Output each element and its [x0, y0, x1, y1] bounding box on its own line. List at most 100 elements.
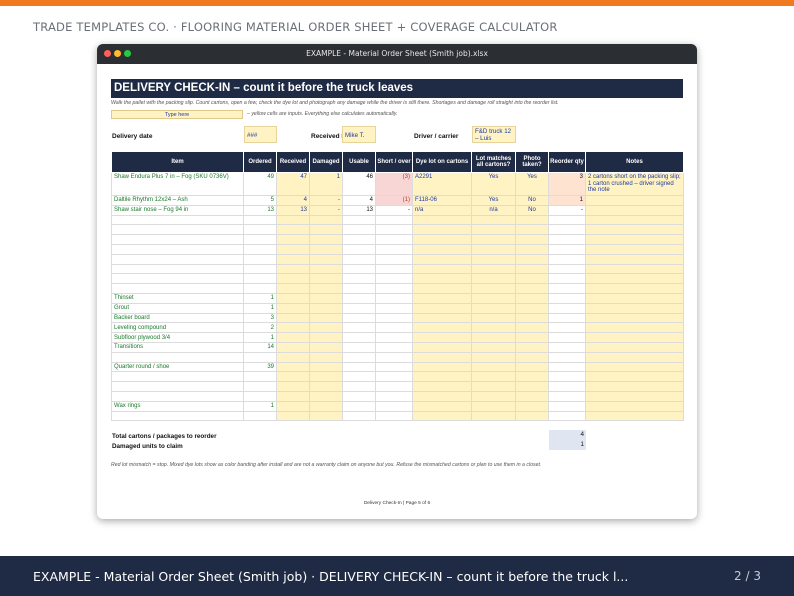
cell-photo[interactable] [515, 322, 549, 334]
cell-notes[interactable] [585, 302, 684, 314]
cell-lot-matches[interactable] [471, 283, 516, 294]
cell-notes[interactable] [585, 234, 684, 245]
cell-photo[interactable] [515, 361, 549, 373]
cell-notes[interactable] [585, 400, 684, 412]
cell-dye-lot[interactable] [412, 243, 472, 255]
cell-lot-matches[interactable] [471, 381, 516, 392]
cell-received[interactable] [276, 243, 310, 255]
cell-damaged[interactable] [309, 410, 343, 422]
cell-dye-lot[interactable] [412, 400, 472, 412]
cell-notes[interactable] [585, 204, 684, 216]
cell-received[interactable] [276, 341, 310, 353]
cell-damaged[interactable] [309, 400, 343, 412]
cell-photo[interactable]: Yes [515, 172, 549, 196]
cell-photo[interactable] [515, 371, 549, 383]
cell-notes[interactable] [585, 341, 684, 353]
cell-photo[interactable] [515, 390, 549, 402]
cell-lot-matches[interactable] [471, 351, 516, 363]
cell-received[interactable] [276, 263, 310, 275]
cell-lot-matches[interactable] [471, 332, 516, 343]
cell-photo[interactable] [515, 243, 549, 255]
cell-received[interactable] [276, 253, 310, 265]
cell-dye-lot[interactable] [412, 410, 472, 422]
cell-damaged[interactable] [309, 224, 343, 236]
cell-lot-matches[interactable] [471, 341, 516, 353]
cell-notes[interactable] [585, 224, 684, 236]
cell-damaged[interactable] [309, 263, 343, 275]
cell-lot-matches[interactable]: n/a [471, 204, 516, 216]
cell-received[interactable] [276, 410, 310, 422]
cell-notes[interactable] [585, 253, 684, 265]
cell-lot-matches[interactable] [471, 312, 516, 324]
cell-damaged[interactable] [309, 302, 343, 314]
cell-dye-lot[interactable] [412, 341, 472, 353]
cell-damaged[interactable]: 1 [309, 172, 343, 196]
cell-lot-matches[interactable] [471, 410, 516, 422]
cell-received[interactable]: 13 [276, 204, 310, 216]
cell-lot-matches[interactable] [471, 361, 516, 373]
cell-notes[interactable] [585, 322, 684, 334]
cell-damaged[interactable] [309, 283, 343, 294]
cell-damaged[interactable] [309, 243, 343, 255]
cell-dye-lot[interactable] [412, 351, 472, 363]
cell-notes[interactable] [585, 312, 684, 324]
cell-photo[interactable] [515, 234, 549, 245]
cell-damaged[interactable] [309, 351, 343, 363]
cell-lot-matches[interactable] [471, 214, 516, 226]
cell-received[interactable] [276, 283, 310, 294]
cell-notes[interactable] [585, 371, 684, 383]
cell-received[interactable] [276, 273, 310, 285]
cell-lot-matches[interactable] [471, 253, 516, 265]
cell-photo[interactable] [515, 341, 549, 353]
cell-photo[interactable] [515, 302, 549, 314]
cell-notes[interactable] [585, 361, 684, 373]
cell-damaged[interactable] [309, 214, 343, 226]
cell-lot-matches[interactable]: Yes [471, 172, 516, 196]
cell-damaged[interactable] [309, 390, 343, 402]
cell-photo[interactable]: No [515, 195, 549, 206]
cell-dye-lot[interactable] [412, 312, 472, 324]
cell-lot-matches[interactable] [471, 263, 516, 275]
cell-received[interactable] [276, 312, 310, 324]
cell-notes[interactable] [585, 390, 684, 402]
cell-notes[interactable] [585, 351, 684, 363]
cell-dye-lot[interactable]: A2291 [412, 172, 472, 196]
cell-dye-lot[interactable] [412, 292, 472, 304]
delivery-date-cell[interactable]: ### [244, 126, 277, 143]
cell-dye-lot[interactable] [412, 322, 472, 334]
cell-dye-lot[interactable] [412, 273, 472, 285]
cell-damaged[interactable] [309, 273, 343, 285]
cell-received[interactable] [276, 292, 310, 304]
cell-received[interactable]: 4 [276, 195, 310, 206]
cell-damaged[interactable] [309, 253, 343, 265]
cell-notes[interactable] [585, 243, 684, 255]
cell-received[interactable] [276, 381, 310, 392]
cell-received[interactable] [276, 322, 310, 334]
cell-damaged[interactable] [309, 381, 343, 392]
cell-photo[interactable] [515, 332, 549, 343]
cell-dye-lot[interactable] [412, 361, 472, 373]
cell-lot-matches[interactable] [471, 292, 516, 304]
cell-damaged[interactable]: - [309, 204, 343, 216]
cell-lot-matches[interactable] [471, 390, 516, 402]
cell-received[interactable] [276, 371, 310, 383]
cell-lot-matches[interactable] [471, 400, 516, 412]
cell-received[interactable] [276, 302, 310, 314]
cell-photo[interactable] [515, 263, 549, 275]
cell-lot-matches[interactable] [471, 234, 516, 245]
cell-received[interactable] [276, 361, 310, 373]
cell-dye-lot[interactable] [412, 390, 472, 402]
cell-notes[interactable] [585, 332, 684, 343]
cell-received[interactable] [276, 332, 310, 343]
received-by-cell[interactable]: Mike T. [342, 126, 376, 143]
cell-photo[interactable] [515, 351, 549, 363]
cell-notes[interactable] [585, 214, 684, 226]
cell-damaged[interactable] [309, 312, 343, 324]
cell-damaged[interactable] [309, 371, 343, 383]
cell-notes[interactable] [585, 292, 684, 304]
cell-notes[interactable]: 2 cartons short on the packing slip; 1 c… [585, 172, 684, 196]
cell-dye-lot[interactable] [412, 381, 472, 392]
cell-damaged[interactable] [309, 332, 343, 343]
cell-photo[interactable] [515, 292, 549, 304]
cell-dye-lot[interactable] [412, 214, 472, 226]
